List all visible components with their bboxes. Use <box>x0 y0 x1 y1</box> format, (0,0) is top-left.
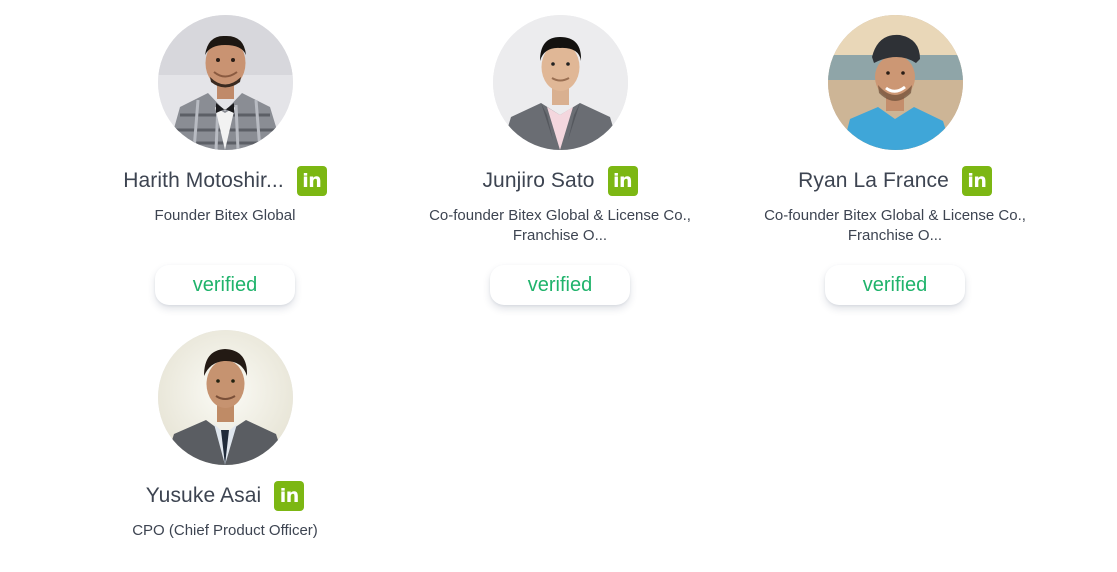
verified-badge: verified <box>825 265 965 305</box>
member-role: CPO (Chief Product Officer) <box>132 522 318 539</box>
avatar <box>157 330 293 465</box>
member-name: Ryan La France <box>798 169 949 192</box>
member-role: Co-founder Bitex Global & License Co., F… <box>764 207 1026 244</box>
linkedin-icon[interactable]: in <box>607 166 638 196</box>
linkedin-label: in <box>967 169 987 192</box>
team-member-card: Harith Motoshir... in Founder Bitex Glob… <box>65 15 385 305</box>
linkedin-label: in <box>279 484 300 507</box>
avatar <box>492 15 628 150</box>
avatar <box>827 15 963 150</box>
member-name: Yusuke Asai <box>145 484 262 507</box>
team-member-card: Junjiro Sato in Co-founder Bitex Global … <box>400 15 720 305</box>
avatar <box>157 15 293 150</box>
name-row: Ryan La France in <box>798 166 992 196</box>
verified-badge: verified <box>490 265 630 305</box>
team-member-card: Ryan La France in Co-founder Bitex Globa… <box>735 15 1055 305</box>
verified-badge: verified <box>155 265 295 305</box>
member-role: Founder Bitex Global <box>154 207 296 224</box>
linkedin-icon[interactable]: in <box>274 481 305 511</box>
linkedin-icon[interactable]: in <box>961 166 992 196</box>
member-role: Co-founder Bitex Global & License Co., F… <box>429 207 691 244</box>
member-name: Harith Motoshir... <box>123 169 284 192</box>
linkedin-icon[interactable]: in <box>296 166 327 196</box>
name-row: Yusuke Asai in <box>146 481 305 511</box>
member-name: Junjiro Sato <box>482 169 595 192</box>
team-member-card: Yusuke Asai in CPO (Chief Product Office… <box>65 330 385 541</box>
team-grid: Harith Motoshir... in Founder Bitex Glob… <box>0 0 1117 572</box>
name-row: Junjiro Sato in <box>482 166 638 196</box>
linkedin-label: in <box>302 169 322 192</box>
name-row: Harith Motoshir... in <box>123 166 327 196</box>
linkedin-label: in <box>613 169 633 192</box>
